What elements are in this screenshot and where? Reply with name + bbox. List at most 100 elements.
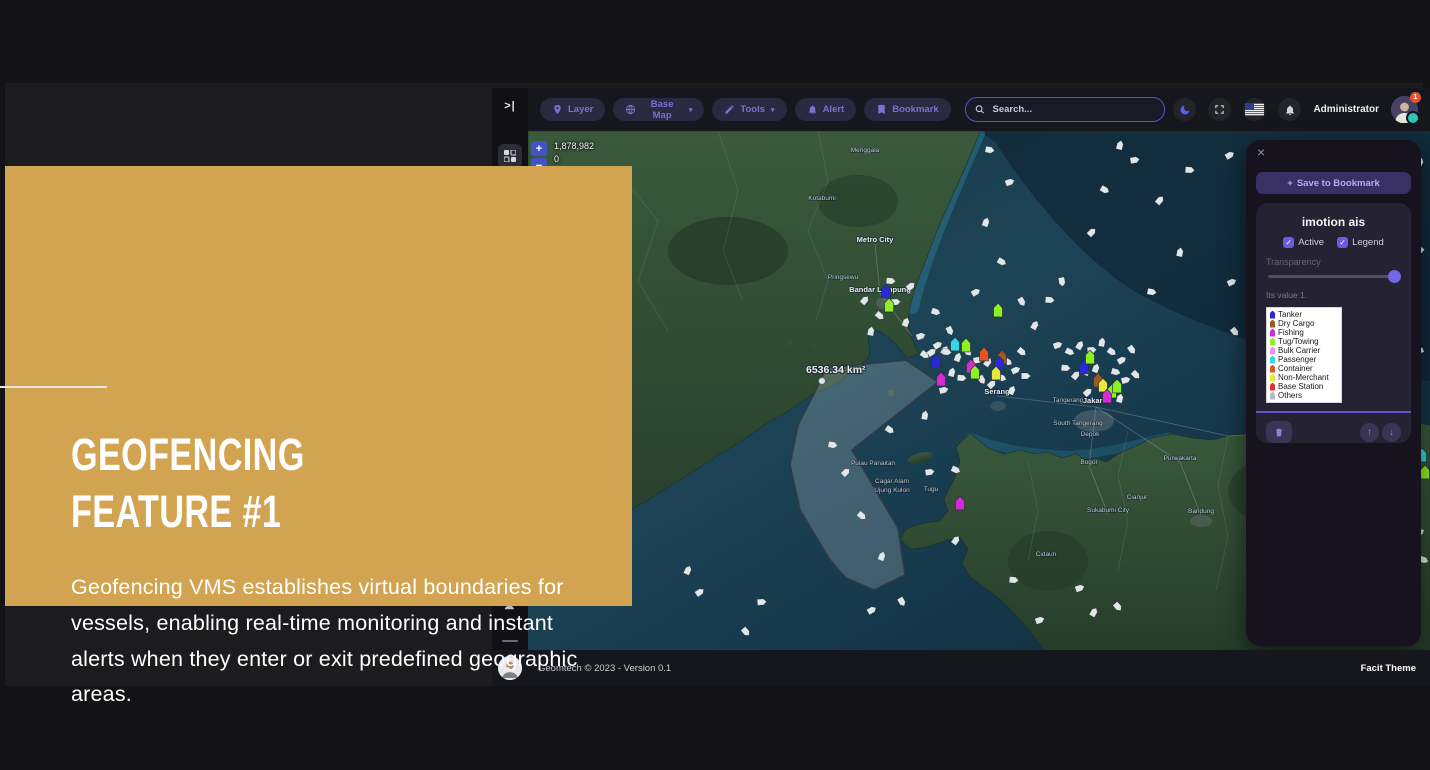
moon-icon — [1179, 104, 1191, 116]
vessel-type-icon — [1270, 374, 1275, 382]
vessel-type-icon — [1270, 347, 1275, 355]
accent-line — [0, 386, 107, 388]
arrow-up-icon: ↑ — [1367, 427, 1372, 438]
toolbar-right: Administrator 1 — [1173, 96, 1418, 123]
close-icon[interactable]: × — [1257, 145, 1265, 159]
checkbox-legend[interactable]: ✓Legend — [1337, 237, 1384, 248]
fullscreen-button[interactable] — [1208, 98, 1231, 121]
vessel-type-icon — [1270, 365, 1275, 373]
toolbar-button-layer[interactable]: Layer — [540, 98, 605, 121]
transparency-slider[interactable] — [1268, 275, 1399, 278]
islet — [788, 341, 793, 346]
feature-title-line2: FEATURE #1 — [71, 483, 305, 540]
map-label: Bogor — [1080, 459, 1098, 466]
map-coordinates: 1,878,982 0 — [554, 140, 594, 166]
check-icon: ✓ — [1337, 237, 1348, 248]
legend-item: Tug/Towing — [1270, 337, 1338, 346]
search-input[interactable] — [990, 103, 1155, 116]
map-label: Serang — [984, 387, 1010, 396]
legend-item: Others — [1270, 391, 1338, 400]
vessel-type-icon — [1270, 311, 1275, 319]
delete-layer-button[interactable] — [1266, 421, 1292, 443]
reorder-buttons: ↑ ↓ — [1360, 423, 1401, 442]
coordinate-x: 1,878,982 — [554, 140, 594, 153]
legend-box: TankerDry CargoFishingTug/TowingBulk Car… — [1266, 307, 1342, 403]
app-toolbar: LayerBase Map▾Tools▾AlertBookmark Adm — [528, 88, 1430, 131]
zoom-in-button[interactable]: + — [531, 141, 547, 156]
layer-title: imotion ais — [1266, 215, 1401, 229]
dark-mode-button[interactable] — [1173, 98, 1196, 121]
language-button[interactable] — [1243, 98, 1266, 121]
save-to-bookmark-label: Save to Bookmark — [1297, 178, 1380, 189]
check-icon: ✓ — [1283, 237, 1294, 248]
toolbar-buttons: Layer Base Map▾ Tools▾ Alert Bookmark — [540, 98, 951, 121]
vessel-type-icon — [1270, 320, 1275, 328]
feature-title: GEOFENCING FEATURE #1 — [71, 426, 305, 540]
map-label: Sukabumi City — [1087, 507, 1130, 514]
slide-stage: 6536.34 km² Menggala Kotabumi Metro City Pr… — [0, 0, 1430, 770]
toolbar-button-bookmark[interactable]: Bookmark — [864, 98, 950, 121]
map-label: Purwakarta — [1164, 455, 1197, 462]
map-label: Cianjur — [1127, 494, 1148, 501]
layer-panel: × + Save to Bookmark imotion ais ✓ Active… — [1246, 140, 1421, 646]
layer-actions: ↑ ↓ — [1266, 421, 1401, 443]
urban-serang — [990, 401, 1006, 411]
online-status-dot — [1406, 111, 1420, 125]
legend-item: Passenger — [1270, 355, 1338, 364]
save-to-bookmark-button[interactable]: + Save to Bookmark — [1256, 172, 1411, 194]
map-label: Bandar Lampung — [849, 285, 911, 294]
vessel-type-icon — [1270, 392, 1275, 400]
notifications-button[interactable] — [1278, 98, 1301, 121]
legend-item: Tanker — [1270, 310, 1338, 319]
map-label: Metro City — [857, 235, 894, 244]
map-label: Menggala — [851, 147, 880, 154]
map-label: Kotabumi — [808, 195, 835, 202]
map-label: Ujung Kulon — [874, 487, 910, 494]
map-label: Depok — [1081, 431, 1101, 438]
transparency-label: Transparency — [1266, 257, 1401, 267]
card-divider — [1256, 411, 1411, 413]
user-name-label: Administrator — [1313, 104, 1379, 115]
vessel-type-icon — [1270, 356, 1275, 364]
map-label: Cagar Alam — [875, 478, 909, 485]
move-down-button[interactable]: ↓ — [1382, 423, 1401, 442]
search-icon — [975, 104, 985, 115]
checkbox-label: Active — [1298, 237, 1324, 248]
islet — [812, 345, 816, 349]
map-label: South Tangerang — [1053, 420, 1103, 427]
vessel-type-icon — [1270, 338, 1275, 346]
map-label: Tugu — [924, 486, 939, 493]
map-label: Cidaun — [1036, 551, 1057, 558]
legend-item: Non-Merchant — [1270, 373, 1338, 382]
coordinate-y: 0 — [554, 153, 594, 166]
legend-item: Base Station — [1270, 382, 1338, 391]
map-label: Bandung — [1188, 508, 1214, 515]
checkbox-active[interactable]: ✓ Active — [1283, 237, 1324, 248]
arrow-down-icon: ↓ — [1389, 427, 1394, 438]
layer-card: imotion ais ✓Active✓Legend Transparency … — [1256, 203, 1411, 443]
toolbar-button-base-map[interactable]: Base Map▾ — [613, 98, 704, 121]
toolbar-button-tools[interactable]: Tools▾ — [712, 98, 786, 121]
geofence-vertex-handle[interactable] — [819, 378, 826, 385]
slider-thumb[interactable] — [1388, 270, 1401, 283]
move-up-button[interactable]: ↑ — [1360, 423, 1379, 442]
geofence-area-label: 6536.34 km² — [806, 364, 866, 376]
map-label: Tangerang — [1053, 397, 1084, 404]
vessel-type-icon — [1270, 383, 1275, 391]
toolbar-button-alert[interactable]: Alert — [795, 98, 857, 121]
map-label: Pringsewu — [828, 274, 859, 281]
dashboard-grid-button[interactable] — [498, 144, 522, 168]
bell-icon — [1284, 104, 1296, 116]
forest-patch — [1008, 531, 1088, 591]
urban-bandung — [1190, 515, 1212, 527]
avatar[interactable]: 1 — [1391, 96, 1418, 123]
theme-label: Facit Theme — [1361, 663, 1416, 674]
legend-item: Container — [1270, 364, 1338, 373]
us-flag-icon — [1245, 103, 1264, 116]
search-box[interactable] — [965, 97, 1166, 122]
app-footer: Geomtech © 2023 - Version 0.1 Facit Them… — [492, 650, 1430, 686]
vessel-type-icon — [1270, 329, 1275, 337]
legend-item: Bulk Carrier — [1270, 346, 1338, 355]
layer-checkbox-row: ✓ Active ✓Legend — [1266, 237, 1401, 248]
sidebar-toggle-button[interactable]: >| — [492, 100, 528, 112]
